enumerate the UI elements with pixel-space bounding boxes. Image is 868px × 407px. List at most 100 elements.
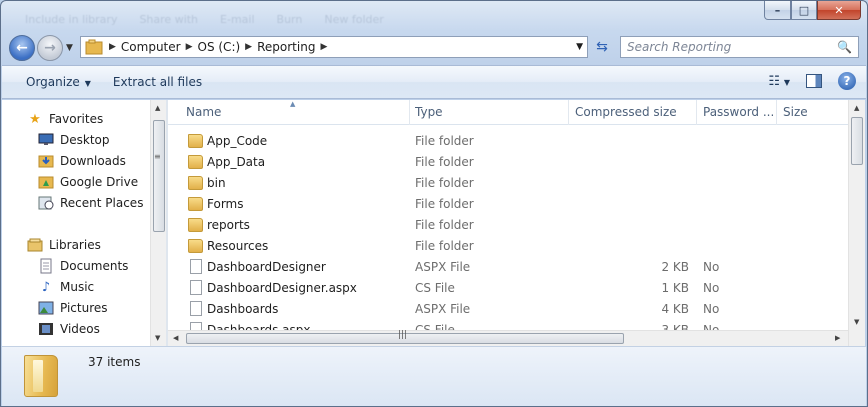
nav-item-label: Google Drive — [60, 175, 139, 189]
address-dropdown-icon[interactable]: ▼ — [576, 42, 583, 52]
row-name: Resources — [207, 239, 269, 253]
preview-pane-icon[interactable] — [806, 74, 822, 88]
videos-icon — [38, 321, 54, 337]
search-input[interactable]: Search Reporting 🔍 — [620, 36, 859, 58]
nav-item-downloads[interactable]: Downloads — [38, 151, 126, 171]
column-header-size[interactable]: Size — [783, 105, 843, 119]
refresh-icon: ⇆ — [596, 39, 608, 55]
folder-icon — [188, 176, 203, 190]
nav-item-recent-places[interactable]: Recent Places — [38, 193, 143, 213]
breadcrumb-separator-icon[interactable]: ▶ — [104, 42, 121, 52]
column-header-type[interactable]: Type — [415, 105, 565, 119]
row-name: App_Data — [207, 155, 266, 169]
breadcrumb-separator-icon[interactable]: ▶ — [240, 42, 257, 52]
scroll-down-icon[interactable]: ▼ — [854, 318, 859, 326]
column-divider[interactable] — [696, 100, 697, 125]
pictures-icon — [38, 300, 54, 316]
scroll-up-icon[interactable]: ▲ — [854, 104, 859, 112]
refresh-button[interactable]: ⇆ — [590, 36, 614, 58]
nav-pane-scrollbar[interactable]: ▲ ≡ ▼ — [150, 100, 166, 346]
row-type: File folder — [415, 176, 474, 190]
scroll-up-icon[interactable]: ▲ — [155, 104, 160, 112]
search-icon[interactable]: 🔍 — [837, 40, 852, 54]
libraries-icon — [27, 237, 43, 253]
breadcrumb-computer[interactable]: Computer — [121, 40, 181, 54]
file-list-horizontal-scrollbar[interactable]: ◀ ||| ▶ — [168, 330, 848, 346]
nav-item-pictures[interactable]: Pictures — [38, 298, 108, 318]
folder-icon — [188, 155, 203, 169]
breadcrumb-separator-icon[interactable]: ▶ — [181, 42, 198, 52]
close-button[interactable]: ✕ — [817, 1, 861, 20]
column-divider[interactable] — [776, 100, 777, 125]
ghost-toolbar: Include in library Share with E-mail Bur… — [25, 13, 384, 31]
help-icon[interactable]: ? — [838, 72, 856, 90]
google-drive-folder-icon — [38, 174, 54, 190]
column-divider[interactable] — [568, 100, 569, 125]
table-row[interactable]: bin File folder — [168, 173, 848, 194]
zip-folder-icon — [24, 355, 58, 397]
column-divider[interactable] — [409, 100, 410, 125]
change-view-button[interactable]: ☷ ▼ — [768, 74, 790, 89]
ghost-email: E-mail — [220, 13, 255, 26]
column-header-compressed-size[interactable]: Compressed size — [575, 105, 695, 119]
scroll-left-icon[interactable]: ◀ — [173, 334, 178, 342]
table-row[interactable]: DashboardDesigner ASPX File 2 KB No — [168, 257, 848, 278]
row-name: DashboardDesigner.aspx — [207, 281, 357, 295]
table-row[interactable]: reports File folder — [168, 215, 848, 236]
table-row[interactable]: DashboardDesigner.aspx CS File 1 KB No — [168, 278, 848, 299]
folder-icon — [85, 39, 103, 55]
extract-all-files-button[interactable]: Extract all files — [105, 75, 210, 89]
downloads-folder-icon — [38, 153, 54, 169]
scroll-right-icon[interactable]: ▶ — [835, 334, 840, 342]
row-password: No — [703, 302, 720, 316]
address-bar[interactable]: ▶ Computer ▶ OS (C:) ▶ Reporting ▶ ▼ — [80, 36, 588, 58]
breadcrumb-separator-icon[interactable]: ▶ — [315, 42, 332, 52]
nav-item-label: Documents — [60, 259, 129, 273]
file-list-vertical-scrollbar[interactable]: ▲ ▼ — [848, 100, 865, 346]
file-icon — [190, 259, 202, 274]
nav-scroll-thumb[interactable] — [153, 120, 165, 232]
nav-item-google-drive[interactable]: Google Drive — [38, 172, 138, 192]
table-row[interactable]: App_Data File folder — [168, 152, 848, 173]
breadcrumb-os-c[interactable]: OS (C:) — [198, 40, 241, 54]
nav-libraries[interactable]: Libraries — [27, 235, 101, 255]
forward-button[interactable]: → — [37, 35, 63, 61]
caption-buttons: – □ ✕ — [764, 1, 861, 20]
desktop-icon — [38, 132, 54, 148]
back-button[interactable]: ← — [9, 35, 35, 61]
column-header-name[interactable]: Name — [186, 105, 386, 119]
music-icon: ♪ — [41, 279, 51, 295]
scroll-down-icon[interactable]: ▼ — [155, 334, 160, 342]
item-count: 37 items — [88, 355, 141, 369]
maximize-button[interactable]: □ — [791, 1, 817, 20]
organize-dropdown-icon: ▼ — [84, 79, 91, 88]
command-bar: Organize ▼ Extract all files ☷ ▼ ? — [2, 65, 866, 99]
details-pane: 37 items — [2, 346, 866, 406]
nav-item-desktop[interactable]: Desktop — [38, 130, 110, 150]
minimize-button[interactable]: – — [764, 1, 791, 20]
column-header-row: ▲ Name Type Compressed size Password ...… — [168, 100, 848, 125]
nav-favorites[interactable]: ★ Favorites — [27, 109, 103, 129]
table-row[interactable]: Dashboards ASPX File 4 KB No — [168, 299, 848, 320]
nav-item-videos[interactable]: Videos — [38, 319, 100, 339]
recent-pages-dropdown[interactable]: ▼ — [66, 43, 73, 53]
nav-libraries-label: Libraries — [49, 238, 101, 252]
row-compressed-size: 1 KB — [661, 281, 689, 295]
row-type: File folder — [415, 218, 474, 232]
organize-button[interactable]: Organize ▼ — [18, 75, 99, 89]
table-row[interactable]: App_Code File folder — [168, 131, 848, 152]
table-row[interactable]: Forms File folder — [168, 194, 848, 215]
vertical-scroll-thumb[interactable] — [851, 117, 863, 165]
search-placeholder: Search Reporting — [627, 40, 732, 54]
row-type: CS File — [415, 281, 455, 295]
nav-item-music[interactable]: ♪ Music — [38, 277, 94, 297]
scroll-grip-icon: ||| — [398, 330, 408, 340]
nav-favorites-label: Favorites — [49, 112, 104, 126]
folder-icon — [188, 197, 203, 211]
column-header-password[interactable]: Password ... — [703, 105, 773, 119]
breadcrumb-reporting[interactable]: Reporting — [257, 40, 315, 54]
table-row[interactable]: Resources File folder — [168, 236, 848, 257]
file-list: ▲ Name Type Compressed size Password ...… — [168, 100, 848, 346]
views-dropdown-icon: ▼ — [783, 77, 790, 87]
nav-item-documents[interactable]: Documents — [38, 256, 128, 276]
